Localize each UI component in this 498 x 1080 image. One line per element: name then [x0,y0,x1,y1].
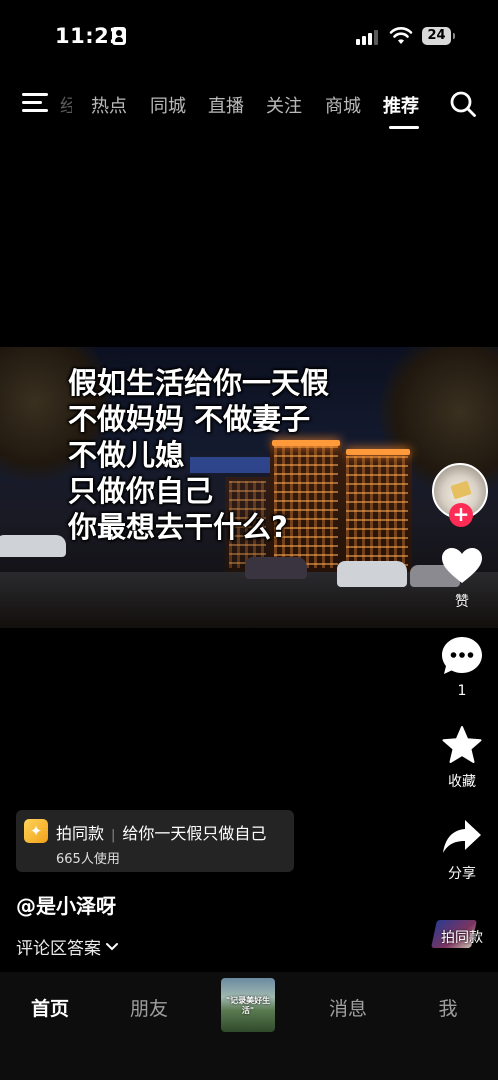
wifi-icon [389,27,413,44]
template-users: 665人使用 [56,852,120,867]
sparkle-icon: ✦ [24,819,48,843]
person-icon [112,27,126,45]
caption-line: 不做妈妈 不做妻子 [68,402,311,436]
caption-line: 你最想去干什么? [68,510,288,544]
top-nav: 经 热点 同城 直播 关注 商城 推荐 [0,80,498,130]
caption-line: 假如生活给你一天假 [68,366,330,400]
share-icon [443,820,481,853]
remix-button[interactable]: 拍同款 [430,925,494,947]
video-caption: 假如生活给你一天假 不做妈妈 不做妻子 不做儿媳 只做你自己 你最想去干什么? [68,365,329,545]
car [0,535,66,557]
nav-home[interactable]: 首页 [20,994,80,1021]
signal-icon [356,29,378,45]
tab-live[interactable]: 直播 [208,92,244,118]
share-label: 分享 [448,866,476,882]
template-title: 拍同款 | 给你一天假只做自己 [56,820,266,844]
bottom-nav: 首页 朋友 "记录美好生活" 消息 我 [0,972,498,1080]
star-icon [442,726,482,763]
comment-answer-link[interactable]: 评论区答案 [16,934,119,959]
tab-recommend[interactable]: 推荐 [383,92,419,118]
comment-button[interactable]: 1 [430,635,494,699]
building-right [342,452,412,572]
tab-local[interactable]: 同城 [150,92,186,118]
tab-following[interactable]: 关注 [266,92,302,118]
tab-partial[interactable]: 经 [60,92,72,118]
favorite-button[interactable]: 收藏 [430,725,494,791]
car [245,557,307,579]
caption-line: 只做你自己 [68,474,214,508]
heart-icon [442,548,482,583]
active-tab-indicator [389,126,419,129]
favorite-label: 收藏 [448,774,476,790]
comment-answer-label: 评论区答案 [16,939,101,959]
nav-friends[interactable]: 朋友 [119,994,179,1021]
divider: | [111,828,116,843]
follow-button[interactable]: + [449,503,473,527]
tab-mall[interactable]: 商城 [325,92,361,118]
video-player[interactable]: 假如生活给你一天假 不做妈妈 不做妻子 不做儿媳 只做你自己 你最想去干什么? [0,347,498,628]
template-label: 拍同款 [56,824,105,843]
share-button[interactable]: 分享 [430,817,494,883]
create-thumb-text: "记录美好生活" [225,996,271,1015]
comment-icon [442,637,482,674]
car [337,561,407,587]
status-bar: 11:22 24 [0,0,498,75]
caption-line: 不做儿媳 [68,438,185,472]
comment-count: 1 [457,683,467,699]
battery-icon: 24 [422,27,455,45]
nav-messages[interactable]: 消息 [318,994,378,1021]
menu-icon[interactable] [22,93,48,113]
create-button[interactable]: "记录美好生活" [221,978,275,1032]
chevron-down-icon [106,942,118,950]
roof-light [346,449,410,455]
author-name[interactable]: @是小泽呀 [16,890,116,919]
like-button[interactable]: 赞 [430,547,494,611]
nav-me[interactable]: 我 [418,994,478,1021]
like-label: 赞 [455,594,469,610]
template-card[interactable]: ✦ 拍同款 | 给你一天假只做自己 665人使用 [16,810,294,872]
search-icon[interactable] [449,90,477,118]
tab-hot[interactable]: 热点 [91,92,127,118]
template-name: 给你一天假只做自己 [122,824,267,843]
remix-label: 拍同款 [441,930,483,946]
